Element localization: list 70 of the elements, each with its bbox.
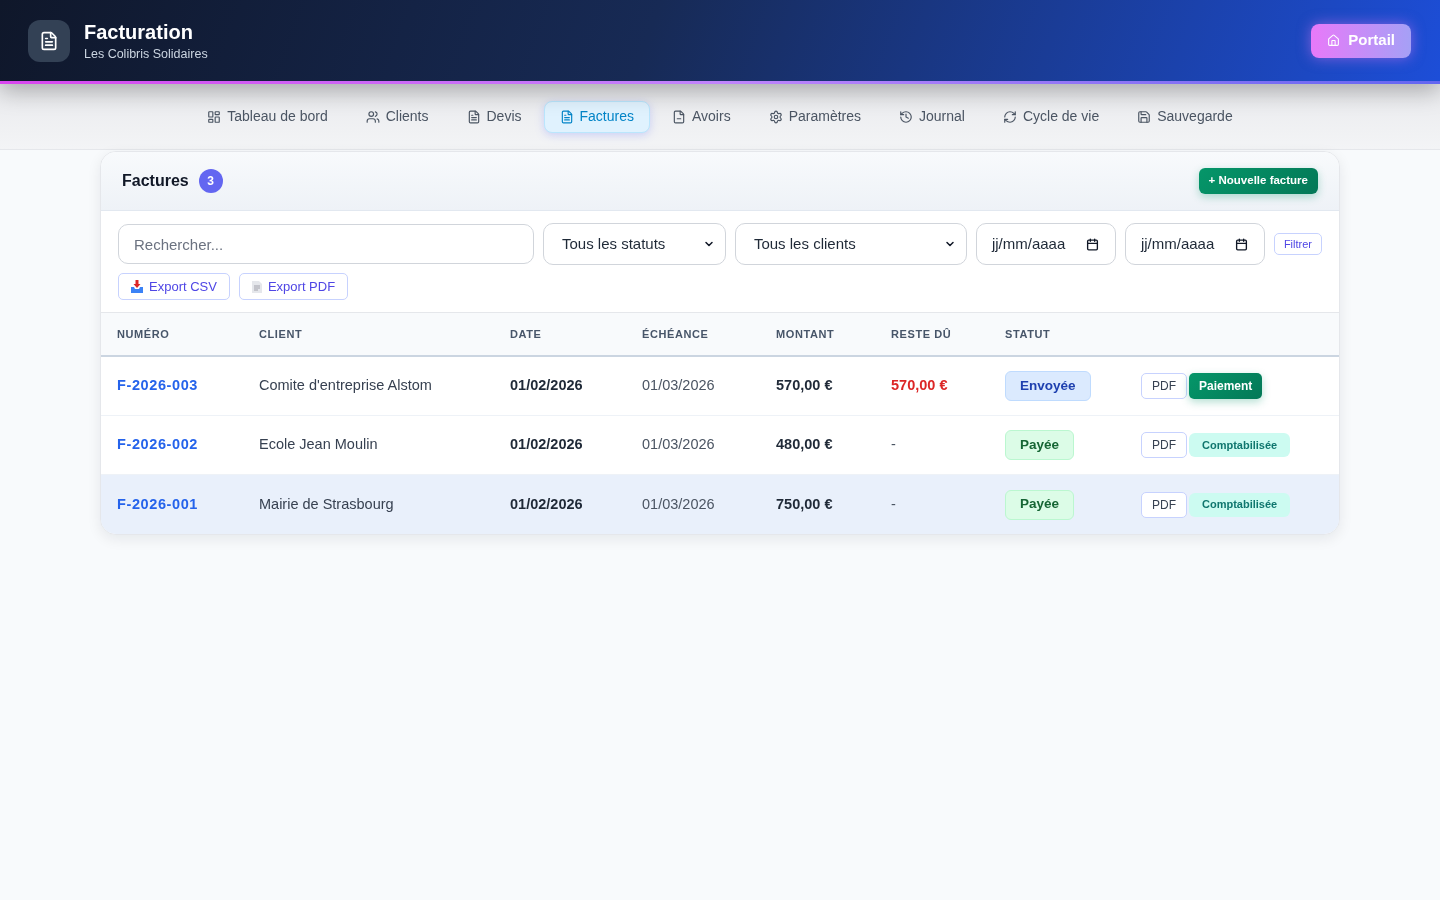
nav-tab[interactable]: Factures	[543, 100, 650, 133]
pdf-button[interactable]: PDF	[1141, 432, 1187, 458]
column-header: RESTE DÛ	[890, 326, 952, 342]
dashboard-icon	[207, 109, 222, 124]
pdf-button[interactable]: PDF	[1141, 491, 1187, 518]
new-invoice-button[interactable]: + Nouvelle facture	[1198, 168, 1318, 194]
count-badge: 3	[198, 169, 223, 193]
column-header: MONTANT	[775, 326, 835, 342]
nav-tab[interactable]: Devis	[450, 100, 538, 133]
inbox-tray-icon	[131, 280, 143, 293]
date-field[interactable]: jj/mm/aaaa	[1124, 223, 1265, 265]
table-cell-text: 01/02/2026	[509, 435, 583, 455]
status-badge: Payée	[1005, 489, 1075, 520]
table-cell-text: 01/03/2026	[641, 494, 715, 514]
table-cell-text: 570,00 €	[775, 376, 833, 396]
settings-icon	[768, 109, 783, 124]
table-cell-text: Comite d'entreprise Alstom	[258, 376, 432, 396]
card-title: Factures	[122, 171, 189, 191]
refresh-icon	[1002, 109, 1017, 124]
calendar-icon	[1085, 237, 1099, 251]
nav-tab[interactable]: Paramètres	[752, 100, 877, 133]
posted-badge: Comptabilisée	[1189, 492, 1291, 517]
invoice-number-link[interactable]: F-2026-003	[117, 375, 198, 397]
nav-tab[interactable]: Clients	[349, 100, 445, 133]
table-cell-text: 01/03/2026	[641, 376, 715, 396]
column-header: STATUT	[1004, 326, 1051, 342]
export-button[interactable]: Export CSV	[118, 273, 230, 300]
table-cell-text: -	[890, 435, 896, 455]
filter-button[interactable]: Filtrer	[1273, 233, 1322, 255]
column-header: CLIENT	[258, 326, 303, 342]
table-cell-text: 01/02/2026	[509, 376, 583, 396]
document-icon	[466, 109, 481, 124]
invoice-number-link[interactable]: F-2026-002	[117, 434, 198, 456]
nav-tab[interactable]: Journal	[883, 100, 981, 133]
users-icon	[365, 109, 380, 124]
export-button[interactable]: Export PDF	[238, 273, 349, 300]
table-cell-text: Mairie de Strasbourg	[258, 494, 394, 514]
app-title: Facturation	[84, 19, 194, 44]
table-cell-text: 570,00 €	[890, 376, 948, 396]
payment-button[interactable]: Paiement	[1189, 373, 1263, 399]
nav-tab[interactable]: Tableau de bord	[191, 100, 344, 133]
page-icon	[251, 280, 262, 293]
table-cell-text: 750,00 €	[775, 494, 833, 514]
history-icon	[899, 109, 913, 124]
column-header: ÉCHÉANCE	[641, 326, 709, 342]
document-icon	[559, 109, 574, 124]
app-subtitle: Les Colibris Solidaires	[84, 45, 208, 62]
nav-tab[interactable]: Avoirs	[656, 100, 747, 133]
date-field[interactable]: jj/mm/aaaa	[975, 223, 1116, 265]
table-cell-text: 480,00 €	[775, 435, 833, 455]
calendar-icon	[1234, 237, 1248, 251]
nav-tab[interactable]: Cycle de vie	[986, 100, 1116, 133]
status-badge: Envoyée	[1005, 371, 1091, 401]
table-cell-text: Ecole Jean Moulin	[258, 435, 378, 455]
column-header: NUMÉRO	[116, 326, 170, 342]
file-minus-icon	[672, 109, 686, 124]
dropdown-select[interactable]: Tous les clients	[734, 223, 967, 265]
document-logo-icon	[28, 19, 70, 62]
table-cell-text: 01/02/2026	[509, 494, 583, 514]
home-icon	[1327, 34, 1341, 47]
pdf-button[interactable]: PDF	[1141, 373, 1187, 399]
nav-tab[interactable]: Sauvegarde	[1121, 100, 1249, 133]
column-header: DATE	[509, 326, 542, 342]
status-badge: Payée	[1005, 430, 1075, 460]
dropdown-select[interactable]: Tous les statuts	[542, 223, 726, 265]
table-cell-text: 01/03/2026	[641, 435, 715, 455]
posted-badge: Comptabilisée	[1189, 433, 1291, 457]
invoice-number-link[interactable]: F-2026-001	[117, 493, 198, 516]
search-field[interactable]: Rechercher...	[118, 224, 534, 264]
table-cell-text: -	[890, 494, 896, 514]
